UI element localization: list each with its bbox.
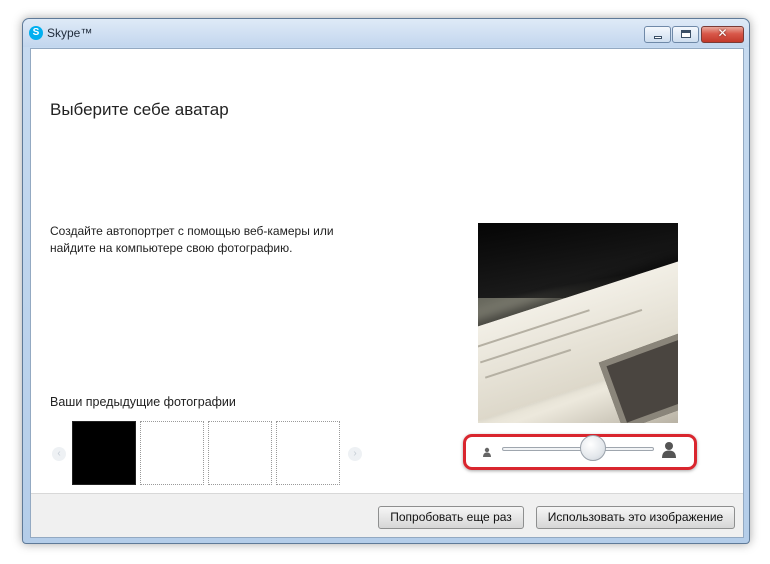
skype-logo-icon: S [29,26,43,40]
description-text: Создайте автопортрет с помощью веб-камер… [50,224,334,255]
minimize-button[interactable] [644,26,671,43]
empty-photo-slot [140,421,204,485]
window-title: Skype™ [47,26,93,40]
prev-arrow-icon[interactable]: ‹ [52,447,66,461]
maximize-button[interactable] [672,26,699,43]
zoom-slider-track[interactable] [502,447,654,451]
person-large-icon [662,442,676,458]
webcam-preview-image [478,223,678,423]
previous-photo-thumbnail[interactable] [72,421,136,485]
close-button[interactable]: ✕ [701,26,744,43]
dialog-content: Выберите себе аватар Создайте автопортре… [30,48,744,538]
zoom-slider-thumb[interactable] [580,435,607,461]
retry-button[interactable]: Попробовать еще раз [378,506,524,529]
empty-photo-slot [208,421,272,485]
dialog-footer: Попробовать еще раз Использовать это изо… [31,493,743,537]
title-bar[interactable]: S Skype™ ✕ [23,19,749,47]
empty-photo-slot [276,421,340,485]
maximize-icon [681,30,691,38]
minimize-icon [654,36,662,39]
person-small-icon [483,447,491,457]
next-arrow-icon[interactable]: › [348,447,362,461]
skype-window: S Skype™ ✕ Выберите себе аватар Создайте… [22,18,750,544]
previous-photos-title: Ваши предыдущие фотографии [50,395,236,409]
use-image-button[interactable]: Использовать это изображение [536,506,735,529]
page-title: Выберите себе аватар [50,100,229,119]
close-icon: ✕ [717,26,728,40]
